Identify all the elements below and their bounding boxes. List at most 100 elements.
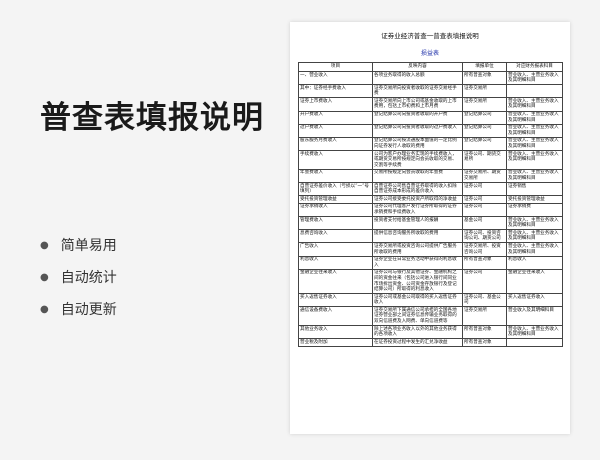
document-subtitle: 损益表 xyxy=(420,50,439,57)
table-cell: 开户费收入 xyxy=(298,110,373,125)
feature-list: ● 简单易用 ● 自动统计 ● 自动更新 xyxy=(40,230,117,326)
table-cell: 营业收入、主营业务收入及其明细科目 xyxy=(506,97,563,112)
table-cell: 营业收入、主营业务收入及其明细科目 xyxy=(506,229,563,244)
table-row: 开户费收入 登记结算公司向投资者收取的开户费 登记结算公司 营业收入、主营业务收入及其… xyxy=(298,110,563,125)
table-row: 一、营业收入 各项业务取得的收入总额 所有普查对象 营业收入、主营业务收入及其明细科目 xyxy=(298,70,563,86)
table-cell: 登记结算公司 xyxy=(462,136,507,152)
instruction-table: 项目 反映内容 填报单位 对应财务报表科目 一、营业收入 各项业务取得的收入总额所… xyxy=(298,62,563,347)
feature-label: 简单易用 xyxy=(60,238,117,254)
table-cell: 证券交易所、投资咨询公司 xyxy=(462,242,507,257)
table-cell: 登记结算公司按流通股本面值的一定比例向证券发行人收取的费用 xyxy=(372,136,463,152)
table-cell: 金融企业往来收入 xyxy=(298,268,373,295)
table-cell: 息费咨询收入 xyxy=(298,229,373,244)
document-title: 证券业经济普查一普查表填报说明 xyxy=(381,32,479,40)
table-cell: 营业收入、主营业务收入及其明细科目 xyxy=(506,242,563,257)
table-cell: 年会费收入 xyxy=(298,168,373,184)
table-row: 年会费收入 交易所按规定向会员收取的年会费 证券交易所、期货交易所 营业收入、主营业务… xyxy=(298,168,563,184)
column-header: 项目 xyxy=(298,62,373,72)
table-cell: 营业税及附加 xyxy=(298,338,373,347)
table-row: 金融企业往来收入 证券公司与银行及其他证券、金融机构之间的资金往来（包括公司进入银… xyxy=(298,268,563,295)
table-cell: 营业收入、主营业务收入及其明细科目 xyxy=(506,136,563,152)
table-cell: 自营证券公司售自营证券取得的收入扣除自营证券成本形成的差价收入 xyxy=(372,182,463,197)
table-cell: 证券交易所 xyxy=(462,306,507,327)
table-cell: 过户费收入 xyxy=(298,123,373,138)
column-header: 填报单位 xyxy=(462,62,507,72)
table-row: 息费咨询收入 提供信息咨询服务所收取的费用 证券公司、投资咨询公司、期货公司 营业收入… xyxy=(298,229,563,244)
table-cell: 买入返售证券收入 xyxy=(506,293,563,308)
table-row: 其中：证券经手费收入 证券交易所向投资者收取的证券交易经手费 证券交易所 xyxy=(298,84,563,99)
table-cell: 利息收入 xyxy=(506,255,563,270)
document-preview: 证券业经济普查一普查表填报说明 损益表 项目 反映内容 填报单位 对应财务报表科… xyxy=(290,22,570,434)
table-cell: 营业收入、主营业务收入及其明细科目 xyxy=(506,216,563,231)
table-cell: 证券销售 xyxy=(506,182,563,197)
table-cell: 股东服务月费收入 xyxy=(298,136,373,152)
feature-item: ● 自动更新 xyxy=(40,294,117,326)
table-cell: 投资者支付给基金管理人的报酬 xyxy=(372,216,463,231)
table-cell: 登记结算公司向投资者收取的过户费收入 xyxy=(372,123,463,138)
table-row: 自营证券差价收入（亏损以“一”号填列） 自营证券公司售自营证券取得的收入扣除自营证… xyxy=(298,182,563,197)
table-cell: 营业收入、主营业务收入及其明细科目 xyxy=(506,70,563,86)
table-cell: 证券公司 xyxy=(462,182,507,197)
table-cell: 证券公司或基金公司取得的买入返售证券收入 xyxy=(372,293,463,308)
table-cell: 利息收入 xyxy=(298,255,373,270)
table-cell: 证券企业在日常业务活动中获得的利息收入 xyxy=(372,255,463,270)
table-cell: 证券公司、基金公司 xyxy=(462,293,507,308)
table-cell: 自营证券差价收入（亏损以“一”号填列） xyxy=(298,182,373,197)
table-row: 过户费收入 登记结算公司向投资者收取的过户费收入 登记结算公司 营业收入、主营业务收入… xyxy=(298,123,563,138)
table-cell: 证券公司接受委托投资产所取得的净收益 xyxy=(372,195,463,204)
table-cell: 证券公司代理客户发行证券所取得的证券承销费和手续费收入 xyxy=(372,202,463,218)
table-cell: 所有普查对象 xyxy=(462,70,507,86)
table-cell: 所有普查对象 xyxy=(462,325,507,340)
table-row: 管理费收入 投资者支付给基金管理人的报酬 基金公司 营业收入、主营业务收入及其明细科目 xyxy=(298,216,563,231)
table-row: 证券承销收入 证券公司代理客户发行证券所取得的证券承销费和手续费收入 证券公司 证券承… xyxy=(298,202,563,218)
table-cell: 受托投资管理收益 xyxy=(506,195,563,204)
table-cell: 证券公司、期货交易所 xyxy=(462,150,507,170)
table-cell: 手续费收入 xyxy=(298,150,373,170)
table-cell: 管理费收入 xyxy=(298,216,373,231)
table-cell: 证券交易所下属通信公司承担的全国各地证券营业部之间证券信息传输业务取得的双向信道… xyxy=(372,306,463,327)
table-cell: 登记结算公司向投资者收取的开户费 xyxy=(372,110,463,125)
table-cell: 证券承销费 xyxy=(506,202,563,218)
table-row: 营业税及附加 在证券投资过程中发生的汇兑净收益 所有普查对象 xyxy=(298,338,563,347)
table-cell: 证券上市费收入 xyxy=(298,97,373,112)
table-cell: 各项业务取得的收入总额 xyxy=(372,70,463,86)
bullet-icon: ● xyxy=(40,304,49,315)
table-row: 通信设备费收入 证券交易所下属通信公司承担的全国各地证券营业部之间证券信息传输业务… xyxy=(298,306,563,327)
table-cell: 所有普查对象 xyxy=(462,338,507,347)
table-cell: 登记结算公司 xyxy=(462,110,507,125)
table-cell: 证券公司 xyxy=(462,202,507,218)
table-cell: 营业收入、主营业务收入及其明细科目 xyxy=(506,123,563,138)
table-cell: 受托投资管理收益 xyxy=(298,195,373,204)
table-cell: 提供信息咨询服务所收取的费用 xyxy=(372,229,463,244)
table-row: 受托投资管理收益 证券公司接受委托投资产所取得的净收益 证券公司 受托投资管理收益 xyxy=(298,195,563,204)
table-cell: 交易所按规定向会员收取的年会费 xyxy=(372,168,463,184)
table-cell: 登记结算公司 xyxy=(462,123,507,138)
column-header: 对应财务报表科目 xyxy=(506,62,563,72)
table-cell: 证券交易所 xyxy=(462,84,507,99)
table-cell: 在证券投资过程中发生的汇兑净收益 xyxy=(372,338,463,347)
table-cell: 证券公司与银行及其他证券、金融机构之间的资金往来（包括公司进入银行间同业市场拆出… xyxy=(372,268,463,295)
table-cell: 证券交易所 xyxy=(462,97,507,112)
table-cell: 其中：证券经手费收入 xyxy=(298,84,373,99)
table-row: 利息收入 证券企业在日常业务活动中获得的利息收入 所有普查对象 利息收入 xyxy=(298,255,563,270)
table-cell: 营业收入、主营业务收入及其明细科目 xyxy=(506,325,563,340)
feature-label: 自动统计 xyxy=(60,270,117,286)
table-cell: 广告收入 xyxy=(298,242,373,257)
table-row: 手续费收入 公司为客户办理业务实现的手续费收入，或期货交易所按规定向会员收取的交易… xyxy=(298,150,563,170)
table-cell: 证券公司、投资咨询公司、期货公司 xyxy=(462,229,507,244)
table-row: 其他业务收入 除上述各项业务收入以外的其他业务获得的各项收入 所有普查对象 营业收入、… xyxy=(298,325,563,340)
feature-item: ● 简单易用 xyxy=(40,230,117,262)
table-cell: 营业收入及其明细科目 xyxy=(506,306,563,327)
table-cell: 证券交易所向上市公司或基金收取的上市费用，包括上市初费和上市月费 xyxy=(372,97,463,112)
table-cell xyxy=(506,84,563,99)
table-cell: 证券公司 xyxy=(462,195,507,204)
feature-label: 自动更新 xyxy=(60,302,117,318)
table-cell: 公司为客户办理业务实现的手续费收入，或期货交易所按规定向会员收取的交易、交割等手… xyxy=(372,150,463,170)
table-row: 买入返售证券收入 证券公司或基金公司取得的买入返售证券收入 证券公司、基金公司 买入返… xyxy=(298,293,563,308)
bullet-icon: ● xyxy=(40,272,49,283)
table-cell: 证券交易所或投资咨询公司提供广告服务所收取的费用 xyxy=(372,242,463,257)
column-header: 反映内容 xyxy=(372,62,463,72)
table-cell: 其他业务收入 xyxy=(298,325,373,340)
table-cell: 营业收入、主营业务收入及其明细科目 xyxy=(506,150,563,170)
table-cell: 金融企业往来收入 xyxy=(506,268,563,295)
